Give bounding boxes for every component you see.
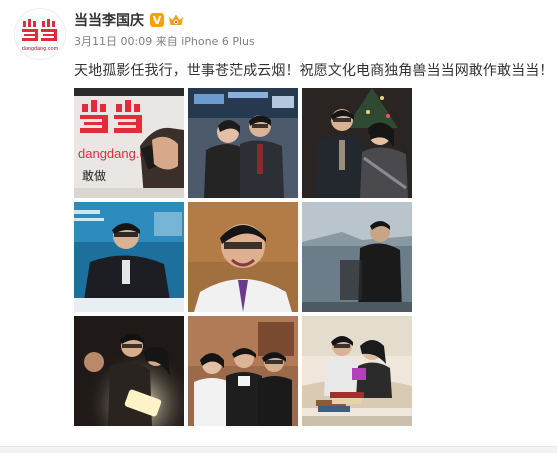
author-row: 当当李国庆 V [74,10,184,30]
post-meta: 3月11日 00:09 来自 iPhone 6 Plus [74,33,255,49]
avatar-sub-text: dangdang.com [22,46,59,52]
post-time[interactable]: 00:09 [121,35,153,48]
author-avatar[interactable]: dangdang.com [14,8,66,60]
vip-crown-icon[interactable] [168,13,184,27]
photo-group-party-light[interactable] [74,316,184,426]
photo-couple-christmas-tree[interactable] [302,88,412,198]
source-from-label: 来自 [155,35,178,48]
photo-group-of-three[interactable] [188,316,298,426]
author-name[interactable]: 当当李国庆 [74,10,144,30]
weibo-post-card: dangdang.com 当当李国庆 V 3月11日 00:09 来自 iPho… [0,0,557,447]
dangdang-logo-icon: dangdang.com [15,9,65,59]
photo-slogan-text: 敢做 [82,168,106,183]
photo-man-seated-forum[interactable] [74,202,184,312]
photo-grid: dangdang.com 敢做 [74,88,412,426]
post-text: 天地孤影任我行，世事苍茫成云烟！祝愿文化电商独角兽当当网敢作敢当当！ [74,63,554,79]
photo-dangdang-logo-phone[interactable]: dangdang.com 敢做 [74,88,184,198]
post-source[interactable]: iPhone 6 Plus [181,35,255,48]
verified-badge-icon[interactable]: V [150,13,164,27]
photo-couple-stock-exchange[interactable] [188,88,298,198]
photo-man-waterfront[interactable] [302,202,412,312]
photo-couple-sofa-books[interactable] [302,316,412,426]
post-date[interactable]: 3月11日 [74,35,117,48]
photo-man-smiling-tv[interactable] [188,202,298,312]
